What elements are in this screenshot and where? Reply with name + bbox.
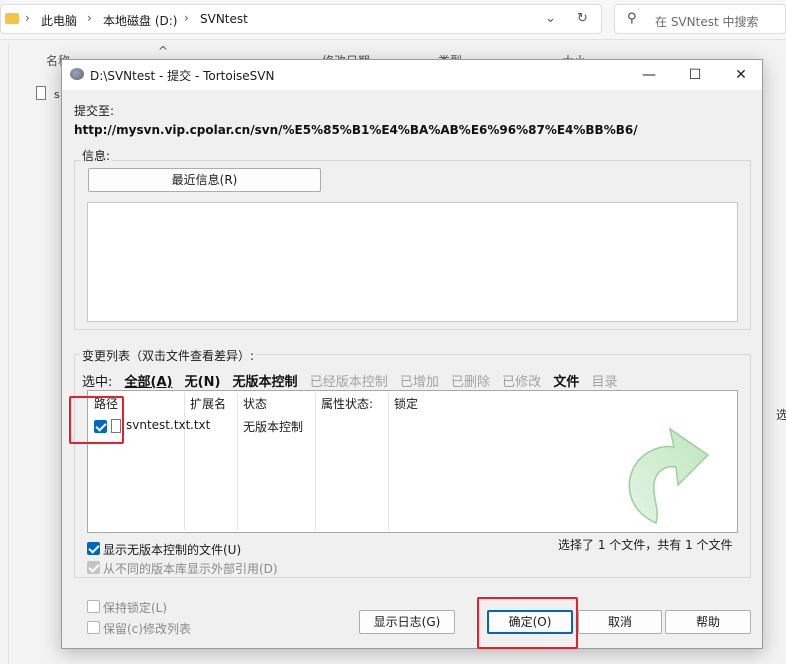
search-placeholder: 在 SVNtest 中搜索: [655, 15, 759, 29]
keep-changelists-label: 保留(c)修改列表: [103, 622, 191, 636]
message-label: 信息:: [80, 147, 113, 164]
cancel-button[interactable]: 取消: [578, 610, 662, 634]
column-divider: [184, 393, 185, 530]
sort-up-icon: ^: [158, 44, 169, 58]
folder-icon: [5, 13, 19, 24]
keep-locks-checkbox: [87, 600, 100, 613]
file-icon: [36, 86, 46, 100]
filter-directories[interactable]: 目录: [591, 371, 617, 390]
refresh-icon[interactable]: ↻: [577, 11, 588, 26]
recent-messages-button[interactable]: 最近信息(R): [88, 168, 321, 192]
explorer-right-edge-text: 选: [776, 408, 786, 422]
changes-label: 变更列表（双击文件查看差异）:: [80, 347, 257, 364]
filter-added[interactable]: 已增加: [400, 371, 439, 390]
show-log-button[interactable]: 显示日志(G): [359, 610, 455, 634]
filter-versioned[interactable]: 已经版本控制: [310, 371, 388, 390]
column-divider: [388, 393, 389, 530]
commit-dialog: D:\SVNtest - 提交 - TortoiseSVN — ☐ ✕ 提交至:…: [61, 59, 763, 649]
explorer-toolbar: › 此电脑 › 本地磁盘 (D:) › SVNtest ⌄ ↻ ⚲ 在 SVNt…: [0, 0, 786, 40]
show-externals-checkbox: [87, 561, 100, 574]
column-header-status[interactable]: 状态: [243, 395, 267, 412]
column-header-prop-status[interactable]: 属性状态:: [321, 395, 373, 412]
file-extension: .txt: [190, 418, 211, 432]
filter-modified[interactable]: 已修改: [502, 371, 541, 390]
column-divider: [237, 393, 238, 530]
highlight-checkbox-box: [69, 396, 124, 444]
breadcrumb-this-pc[interactable]: 此电脑: [41, 12, 77, 29]
help-button[interactable]: 帮助: [665, 610, 751, 634]
maximize-button[interactable]: ☐: [672, 60, 718, 90]
file-status: 无版本控制: [243, 420, 304, 434]
breadcrumb-local-disk[interactable]: 本地磁盘 (D:): [103, 12, 177, 29]
chevron-right-icon: ›: [87, 11, 92, 25]
filter-none[interactable]: 无(N): [185, 371, 221, 390]
dialog-titlebar[interactable]: D:\SVNtest - 提交 - TortoiseSVN — ☐ ✕: [62, 60, 762, 90]
column-header-extension[interactable]: 扩展名: [190, 395, 226, 412]
highlight-ok-box: [477, 597, 578, 649]
show-externals-label: 从不同的版本库显示外部引用(D): [103, 562, 278, 576]
search-icon: ⚲: [627, 11, 637, 26]
breadcrumb-svntest[interactable]: SVNtest: [200, 12, 248, 26]
column-header-lock[interactable]: 锁定: [394, 395, 418, 412]
filter-deleted[interactable]: 已删除: [451, 371, 490, 390]
dialog-title: D:\SVNtest - 提交 - TortoiseSVN: [90, 69, 275, 83]
keep-changelists-checkbox: [87, 621, 100, 634]
commit-arrow-icon: [628, 427, 710, 525]
minimize-button[interactable]: —: [626, 60, 672, 90]
explorer-nav-divider: [8, 44, 9, 664]
file-path[interactable]: svntest.txt: [126, 418, 190, 432]
commit-to-label: 提交至:: [74, 104, 115, 118]
select-label: 选中:: [82, 375, 113, 390]
column-divider: [315, 393, 316, 530]
chevron-down-icon[interactable]: ⌄: [545, 11, 556, 26]
filter-row: 选中: 全部(A) 无(N) 无版本控制 已经版本控制 已增加 已删除 已修改 …: [82, 371, 625, 390]
filter-unversioned[interactable]: 无版本控制: [233, 371, 298, 390]
chevron-right-icon: ›: [25, 11, 30, 25]
show-unversioned-label[interactable]: 显示无版本控制的文件(U): [103, 541, 241, 558]
filter-files[interactable]: 文件: [553, 371, 579, 390]
search-box[interactable]: ⚲ 在 SVNtest 中搜索: [614, 4, 786, 34]
explorer-file-label[interactable]: s: [54, 88, 60, 101]
changes-list[interactable]: 路径 扩展名 状态 属性状态: 锁定 svntest.txt .txt 无版本控…: [87, 390, 738, 533]
commit-url: http://mysvn.vip.cpolar.cn/svn/%E5%85%B1…: [74, 123, 638, 137]
selection-summary: 选择了 1 个文件，共有 1 个文件: [558, 538, 733, 552]
chevron-right-icon: ›: [184, 11, 189, 25]
commit-message-input[interactable]: [87, 202, 738, 322]
address-bar[interactable]: › 此电脑 › 本地磁盘 (D:) › SVNtest ⌄ ↻: [0, 4, 602, 34]
tortoise-icon: [70, 68, 84, 80]
filter-all[interactable]: 全部(A): [125, 371, 173, 390]
close-button[interactable]: ✕: [718, 60, 764, 90]
show-unversioned-checkbox[interactable]: [87, 542, 100, 555]
keep-locks-label: 保持锁定(L): [103, 601, 168, 615]
